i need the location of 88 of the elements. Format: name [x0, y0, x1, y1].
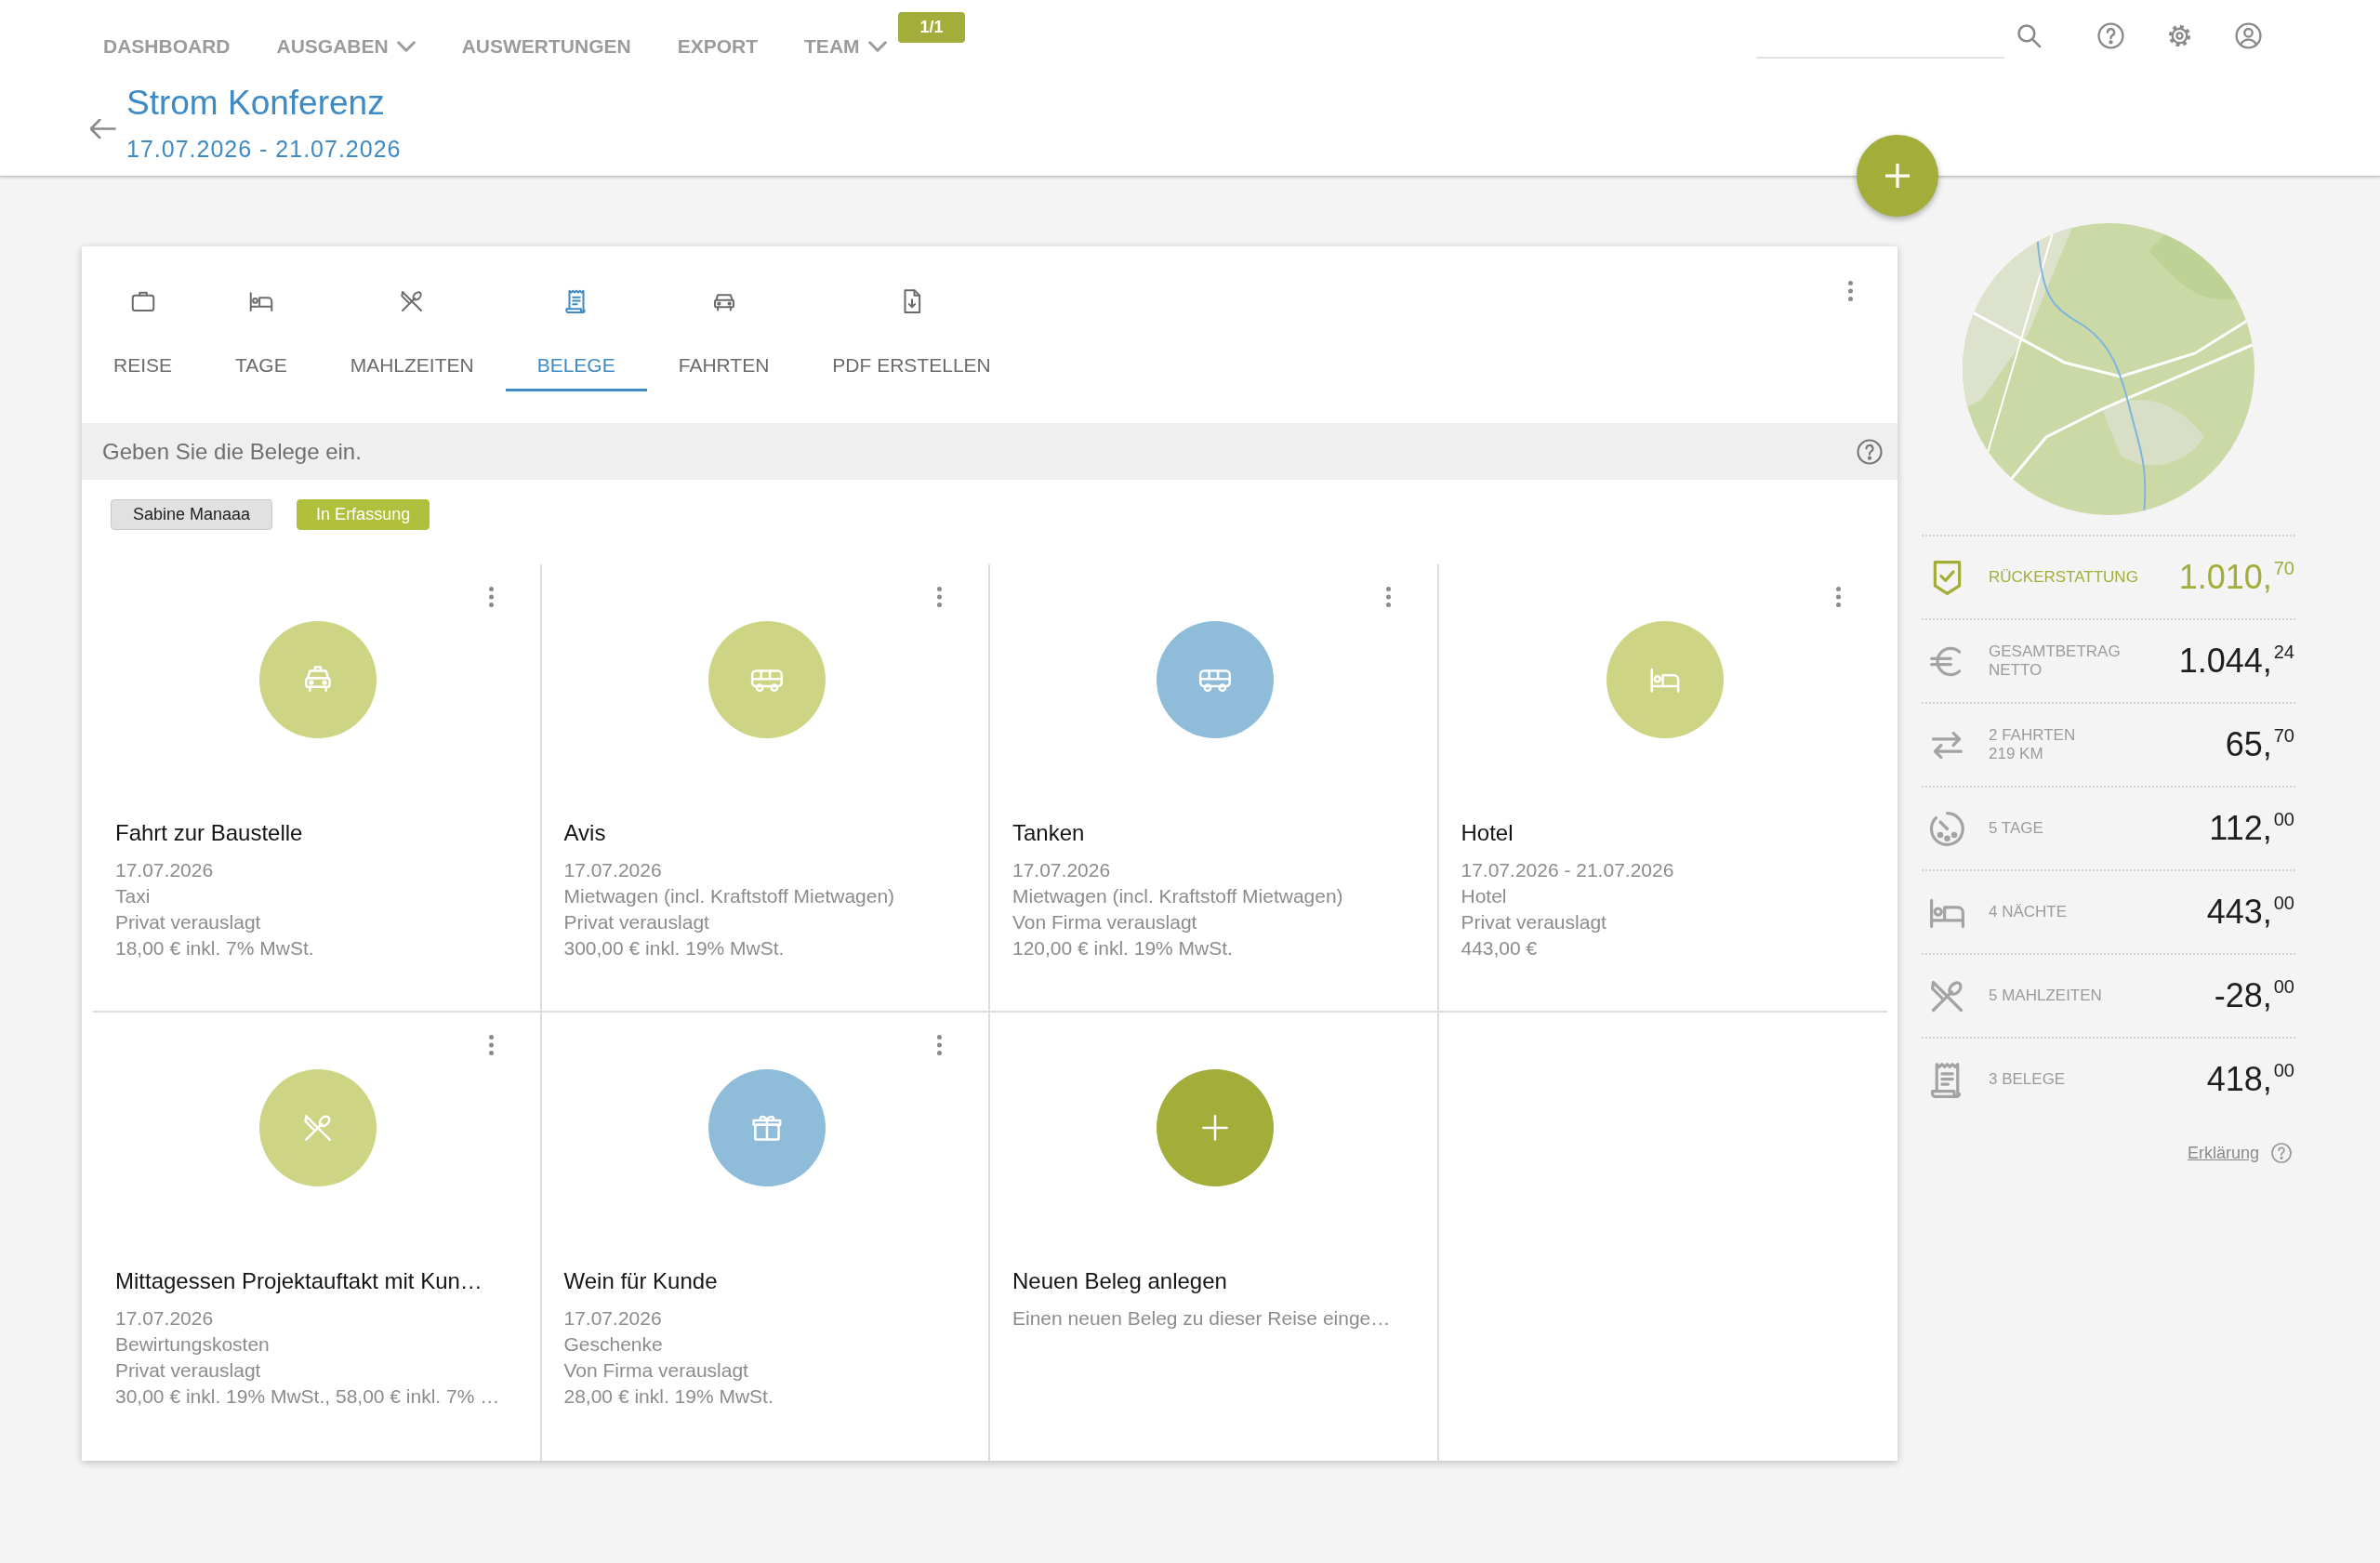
nav-item[interactable]: AUSGABEN	[276, 33, 416, 60]
receipt-payer: Von Firma verauslagt	[563, 1358, 749, 1383]
receipt-amount: 120,00 € inkl. 19% MwSt.	[1012, 936, 1234, 960]
receipt-title: Avis	[563, 819, 607, 847]
tab[interactable]: PDF ERSTELLEN	[800, 246, 1023, 391]
receipt-payer: Von Firma verauslagt	[1012, 910, 1198, 934]
summary-label: GESAMTBETRAG NETTO	[1989, 642, 2121, 680]
receipt-amount: 443,00 €	[1461, 936, 1539, 960]
trip-title: Strom Konferenz	[126, 84, 386, 123]
receipt-card[interactable]: Avis 17.07.2026 Mietwagen (incl. Kraftstoff Mietwagen) Privat verauslagt 300,00 € inkl. 19% MwSt.	[541, 564, 990, 1013]
summary-label: 4 NÄCHTE	[1989, 903, 2068, 921]
receipt-title: Mittagessen Projektauftakt mit Kun…	[115, 1267, 483, 1295]
summary-label: 5 TAGE	[1989, 819, 2043, 838]
receipt-category: Mietwagen (incl. Kraftstoff Mietwagen)	[1012, 884, 1344, 908]
trip-dates: 17.07.2026 - 21.07.2026	[126, 135, 402, 164]
summary-value: 443,$^{00}$	[2206, 894, 2295, 931]
nav-item[interactable]: DASHBOARD	[103, 33, 231, 60]
explanation-link[interactable]: Erklärung	[2187, 1143, 2259, 1163]
back-arrow-icon[interactable]	[90, 119, 116, 139]
receipt-category: Hotel	[1461, 884, 1508, 908]
receipt-amount: 300,00 € inkl. 19% MwSt.	[563, 936, 786, 960]
receipt-card[interactable]: Hotel 17.07.2026 - 21.07.2026 Hotel Privat verauslagt 443,00 €	[1438, 564, 1887, 1013]
more-icon[interactable]	[1848, 281, 1853, 301]
more-icon[interactable]	[937, 1035, 942, 1055]
count-badge: 1/1	[898, 12, 966, 43]
more-icon[interactable]	[937, 587, 942, 607]
summary-label: 5 MAHLZEITEN	[1989, 987, 2102, 1005]
person-tag: Sabine Manaaa	[111, 499, 273, 530]
help-icon[interactable]	[2270, 1142, 2293, 1164]
receipt-category: Bewirtungskosten	[115, 1332, 271, 1357]
receipt-card[interactable]: Tanken 17.07.2026 Mietwagen (incl. Kraftstoff Mietwagen) Von Firma verauslagt 120,00 € inkl. 19% MwSt.	[990, 564, 1439, 1013]
more-icon[interactable]	[488, 1035, 494, 1055]
receipt-amount: 28,00 € inkl. 19% MwSt.	[563, 1384, 774, 1409]
receipt-payer: Privat verauslagt	[1461, 910, 1607, 934]
plus-icon	[1885, 164, 1910, 188]
summary-label: RÜCKERSTATTUNG	[1989, 568, 2138, 587]
summary-value: 65,$^{70}$	[2225, 726, 2295, 763]
receipt-date: 17.07.2026	[563, 1306, 663, 1331]
tab[interactable]: BELEGE	[505, 246, 647, 391]
receipt-payer: Privat verauslagt	[563, 910, 710, 934]
receipt-title: Fahrt zur Baustelle	[115, 819, 304, 847]
receipt-date: 17.07.2026	[1012, 858, 1112, 882]
more-icon[interactable]	[1385, 587, 1391, 607]
add-receipt-description: Einen neuen Beleg zu dieser Reise einge…	[1012, 1306, 1392, 1331]
add-receipt-title: Neuen Beleg anlegen	[1012, 1267, 1228, 1295]
chevron-down-icon	[396, 41, 416, 52]
nav-item[interactable]: AUSWERTUNGEN	[461, 33, 631, 60]
receipt-title: Tanken	[1012, 819, 1086, 847]
tab[interactable]: FAHRTEN	[646, 246, 801, 391]
tab[interactable]: TAGE	[204, 246, 319, 391]
receipt-category: Geschenke	[563, 1332, 664, 1357]
receipt-date: 17.07.2026	[563, 858, 663, 882]
receipt-date: 17.07.2026 - 21.07.2026	[1461, 858, 1675, 882]
summary-value: -28,$^{00}$	[2214, 977, 2295, 1014]
receipt-category: Mietwagen (incl. Kraftstoff Mietwagen)	[563, 884, 896, 908]
receipt-card[interactable]: Wein für Kunde 17.07.2026 Geschenke Von Firma verauslagt 28,00 € inkl. 19% MwSt.	[541, 1013, 990, 1461]
more-icon[interactable]	[1836, 587, 1841, 607]
receipt-date: 17.07.2026	[115, 1306, 215, 1331]
receipt-date: 17.07.2026	[115, 858, 215, 882]
help-icon[interactable]	[1856, 437, 1884, 466]
add-receipt-card[interactable]: Neuen Beleg anlegen Einen neuen Beleg zu dieser Reise einge…	[990, 1013, 1439, 1461]
receipt-payer: Privat verauslagt	[115, 1358, 262, 1383]
receipt-card[interactable]: Mittagessen Projektauftakt mit Kun… 17.07.2026 Bewirtungskosten Privat verauslagt 30,00 € inkl. 19% MwSt., 58,00 € inkl. 7% …	[93, 1013, 542, 1461]
receipt-card[interactable]: Fahrt zur Baustelle 17.07.2026 Taxi Privat verauslagt 18,00 € inkl. 7% MwSt.	[93, 564, 542, 1013]
add-button[interactable]	[1857, 135, 1938, 217]
tab[interactable]: REISE	[82, 246, 205, 391]
receipt-amount: 18,00 € inkl. 7% MwSt.	[115, 936, 315, 960]
nav-item[interactable]: EXPORT	[677, 33, 759, 60]
summary-value: 418,$^{00}$	[2206, 1061, 2295, 1098]
help-icon[interactable]	[2096, 21, 2125, 50]
summary-value: 112,$^{00}$	[2209, 810, 2295, 847]
receipt-title: Hotel	[1461, 819, 1514, 847]
summary-label: 2 FAHRTEN 219 KM	[1989, 726, 2076, 763]
summary-value: 1.010,$^{70}$	[2178, 559, 2295, 596]
receipt-amount: 30,00 € inkl. 19% MwSt., 58,00 € inkl. 7% …	[115, 1384, 501, 1409]
chevron-down-icon	[867, 41, 887, 52]
nav-item[interactable]: TEAM	[804, 33, 887, 60]
tab[interactable]: MAHLZEITEN	[318, 246, 506, 391]
account-icon[interactable]	[2234, 21, 2263, 50]
search-icon[interactable]	[2015, 21, 2043, 50]
receipt-category: Taxi	[115, 884, 152, 908]
receipt-title: Wein für Kunde	[563, 1267, 719, 1295]
summary-value: 1.044,$^{24}$	[2178, 642, 2295, 680]
more-icon[interactable]	[488, 587, 494, 607]
status-tag: In Erfassung	[297, 499, 430, 530]
summary-label: 3 BELEGE	[1989, 1070, 2066, 1089]
hint-text: Geben Sie die Belege ein.	[102, 438, 362, 465]
receipt-payer: Privat verauslagt	[115, 910, 262, 934]
